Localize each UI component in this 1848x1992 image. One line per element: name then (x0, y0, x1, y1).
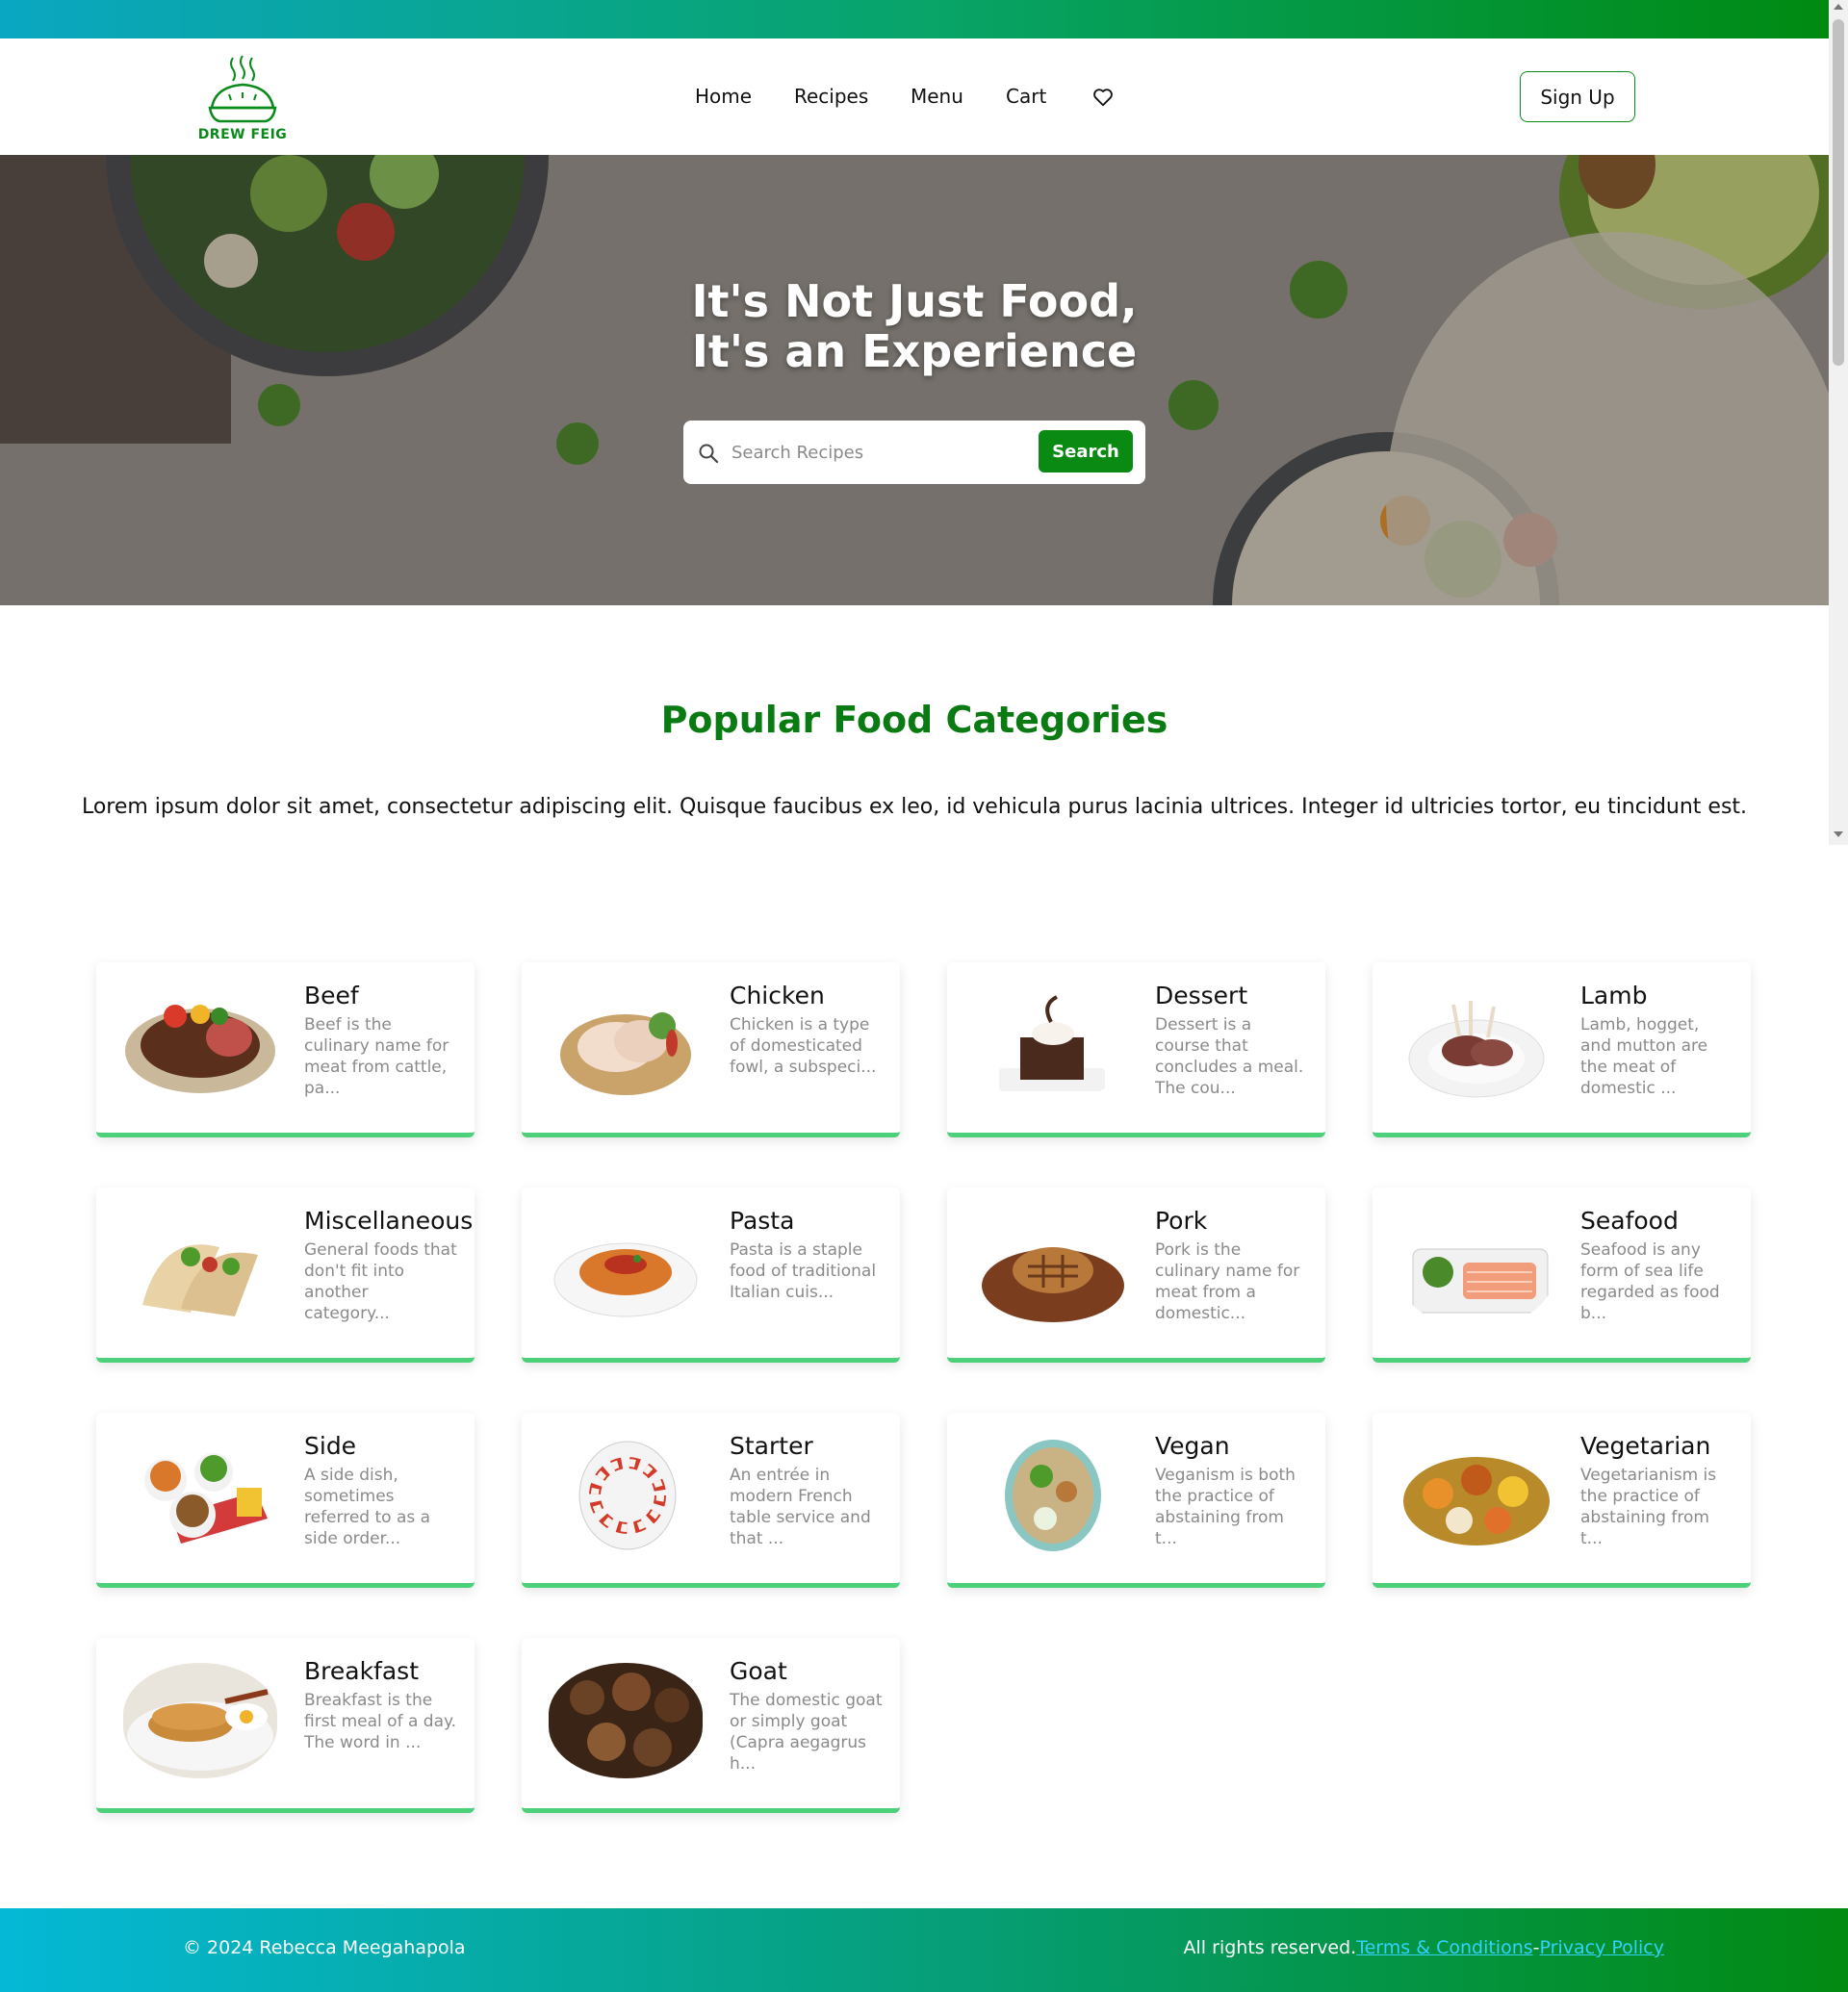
nav-home-link[interactable]: Home (695, 85, 752, 108)
thali-platter-image (1399, 1438, 1553, 1553)
category-description: Beef is the culinary name for meat from … (304, 1015, 449, 1098)
category-description: Veganism is both the practice of abstain… (1155, 1466, 1296, 1548)
privacy-link[interactable]: Privacy Policy (1540, 1937, 1664, 1958)
category-title: Seafood (1580, 1207, 1679, 1235)
category-description: Chicken is a type of domesticated fowl, … (730, 1015, 877, 1077)
goat-curry-image (549, 1663, 703, 1778)
category-title: Lamb (1580, 982, 1648, 1009)
hero-title-line2: It's an Experience (691, 325, 1138, 377)
chocolate-cake-image (974, 987, 1128, 1103)
nav-recipes-link[interactable]: Recipes (794, 85, 868, 108)
category-card-pasta[interactable]: Pasta Pasta is a staple food of traditio… (522, 1188, 900, 1363)
category-description: Pasta is a staple food of traditional It… (730, 1240, 877, 1302)
salmon-plate-image (1399, 1213, 1553, 1328)
search-icon (697, 442, 720, 465)
category-description: General foods that don't fit into anothe… (304, 1240, 457, 1323)
category-title: Dessert (1155, 982, 1248, 1009)
category-title: Miscellaneous (304, 1207, 474, 1235)
category-card-seafood[interactable]: Seafood Seafood is any form of sea life … (1373, 1188, 1751, 1363)
scrollbar-thumb[interactable] (1833, 19, 1844, 366)
search-bar: Search (683, 421, 1145, 484)
tacos-image (123, 1213, 277, 1328)
category-description: A side dish, sometimes referred to as a … (304, 1466, 431, 1548)
lamb-chops-image (1399, 987, 1553, 1103)
vegan-bowl-image (974, 1438, 1128, 1553)
search-button[interactable]: Search (1039, 430, 1133, 472)
category-description: The domestic goat or simply goat (Capra … (730, 1691, 883, 1774)
categories-heading: Popular Food Categories (660, 699, 1168, 741)
category-card-dessert[interactable]: Dessert Dessert is a course that conclud… (947, 962, 1325, 1137)
pancakes-eggs-image (123, 1663, 277, 1778)
category-title: Beef (304, 982, 359, 1009)
nav-menu-link[interactable]: Menu (911, 85, 963, 108)
footer-separator: - (1532, 1937, 1540, 1958)
category-card-side[interactable]: Side A side dish, sometimes referred to … (96, 1413, 475, 1588)
footer-legal: All rights reserved.Terms & Conditions-P… (1184, 1937, 1664, 1958)
category-description: Vegetarianism is the practice of abstain… (1580, 1466, 1717, 1548)
penne-pasta-image (549, 1213, 703, 1328)
hero-title: It's Not Just Food, It's an Experience (626, 276, 1203, 376)
scroll-up-arrow-icon[interactable] (1834, 4, 1843, 10)
page-scrollbar[interactable] (1829, 0, 1848, 845)
hero-title-line1: It's Not Just Food, (691, 275, 1138, 327)
category-card-pork[interactable]: Pork Pork is the culinary name for meat … (947, 1188, 1325, 1363)
category-card-starter[interactable]: Starter An entrée in modern French table… (522, 1413, 900, 1588)
category-description: An entrée in modern French table service… (730, 1466, 871, 1548)
category-card-lamb[interactable]: Lamb Lamb, hogget, and mutton are the me… (1373, 962, 1751, 1137)
nav-cart-link[interactable]: Cart (1006, 85, 1046, 108)
footer-rights: All rights reserved. (1183, 1937, 1357, 1958)
categories-description: Lorem ipsum dolor sit amet, consectetur … (81, 795, 1748, 819)
caprese-wreath-image (549, 1438, 703, 1553)
category-title: Pasta (730, 1207, 795, 1235)
category-title: Starter (730, 1432, 813, 1460)
category-description: Breakfast is the first meal of a day. Th… (304, 1691, 457, 1752)
category-title: Side (304, 1432, 357, 1460)
footer-copyright: © 2024 Rebecca Meegahapola (183, 1937, 466, 1958)
pork-chop-image (974, 1213, 1128, 1328)
category-title: Goat (730, 1657, 787, 1685)
category-description: Dessert is a course that concludes a mea… (1155, 1015, 1304, 1098)
category-description: Pork is the culinary name for meat from … (1155, 1240, 1300, 1323)
category-card-vegetarian[interactable]: Vegetarian Vegetarianism is the practice… (1373, 1413, 1751, 1588)
category-description: Seafood is any form of sea life regarded… (1580, 1240, 1720, 1323)
side-dishes-image (123, 1438, 277, 1553)
category-description: Lamb, hogget, and mutton are the meat of… (1580, 1015, 1708, 1098)
hero-overlay (0, 155, 1829, 605)
navbar: DREW FEIG Home Recipes Menu Cart Sign Up (0, 38, 1829, 155)
scroll-down-arrow-icon[interactable] (1834, 831, 1843, 837)
signup-button[interactable]: Sign Up (1520, 71, 1635, 122)
category-card-breakfast[interactable]: Breakfast Breakfast is the first meal of… (96, 1638, 475, 1813)
category-card-chicken[interactable]: Chicken Chicken is a type of domesticate… (522, 962, 900, 1137)
category-card-beef[interactable]: Beef Beef is the culinary name for meat … (96, 962, 475, 1137)
top-accent-bar (0, 0, 1829, 38)
hero-banner: It's Not Just Food, It's an Experience S… (0, 155, 1829, 605)
category-card-goat[interactable]: Goat The domestic goat or simply goat (C… (522, 1638, 900, 1813)
category-title: Chicken (730, 982, 825, 1009)
category-card-vegan[interactable]: Vegan Veganism is both the practice of a… (947, 1413, 1325, 1588)
category-title: Pork (1155, 1207, 1208, 1235)
search-input[interactable] (732, 430, 1020, 474)
category-title: Breakfast (304, 1657, 420, 1685)
category-card-miscellaneous[interactable]: Miscellaneous General foods that don't f… (96, 1188, 475, 1363)
terms-link[interactable]: Terms & Conditions (1356, 1937, 1532, 1958)
footer: © 2024 Rebecca Meegahapola All rights re… (0, 1908, 1848, 1992)
category-title: Vegetarian (1580, 1432, 1711, 1460)
heart-icon[interactable] (1092, 87, 1114, 108)
category-title: Vegan (1155, 1432, 1230, 1460)
chicken-legs-image (549, 987, 703, 1103)
beef-steak-image (123, 987, 277, 1103)
